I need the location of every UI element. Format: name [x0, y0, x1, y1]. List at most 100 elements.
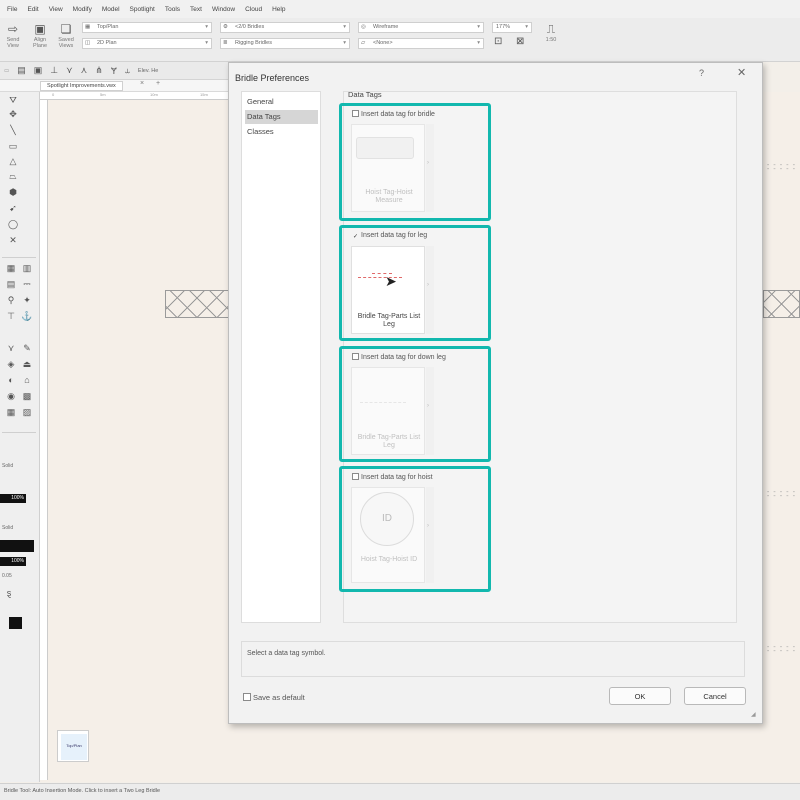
menu-edit[interactable]: Edit: [22, 6, 43, 13]
menu-spotlight[interactable]: Spotlight: [125, 6, 160, 13]
mode-three-leg-icon[interactable]: ⋏: [77, 65, 92, 76]
down-leg-tag-checkbox[interactable]: Insert data tag for down leg: [352, 353, 446, 361]
camera-tool-icon[interactable]: ◉: [4, 390, 18, 402]
cable-tool-icon[interactable]: ⎓: [20, 278, 34, 290]
rigging-tool-icon[interactable]: ⚓: [20, 310, 34, 322]
bridle-tag-symbol[interactable]: Hoist Tag-Hoist Measure: [351, 124, 425, 212]
ok-button[interactable]: OK: [609, 687, 671, 705]
menu-text[interactable]: Text: [185, 6, 207, 13]
nav-item-classes[interactable]: Classes: [245, 125, 318, 139]
bridle-tool-icon[interactable]: ⋎: [4, 342, 18, 354]
dash-style-icon[interactable]: ȿ: [2, 587, 16, 599]
hoist-marker[interactable]: - - - - - - - - - -: [766, 162, 796, 173]
truss-left[interactable]: [165, 290, 229, 318]
view-thumbnail[interactable]: Top/Plan: [57, 730, 89, 762]
mode-square-icon[interactable]: ▣: [30, 65, 47, 76]
menu-tools[interactable]: Tools: [160, 6, 185, 13]
layer-select[interactable]: ≣ Rigging Bridles: [220, 38, 350, 49]
zoom-fit-icon[interactable]: ⊡: [494, 36, 502, 47]
hoist-tool-icon[interactable]: ⚲: [4, 294, 18, 306]
seat-tool-icon[interactable]: ⏏: [20, 358, 34, 370]
saved-views-button[interactable]: ❏ Saved Views: [53, 21, 79, 49]
pen-opacity[interactable]: 100%: [0, 557, 26, 566]
nav-item-data-tags[interactable]: Data Tags: [245, 110, 318, 124]
mode-insert-icon[interactable]: ⥿: [121, 65, 134, 76]
rectangle-tool-icon[interactable]: ▭: [6, 140, 20, 152]
mode-2d-icon[interactable]: ▤: [13, 65, 30, 76]
line-weight-select[interactable]: 0.05: [0, 572, 12, 581]
brush-tool-icon[interactable]: ✎: [20, 342, 34, 354]
pointer-tool-icon[interactable]: ➹: [6, 202, 20, 214]
document-tab[interactable]: Spotlight Improvements.vwx: [40, 81, 123, 91]
leg-tag-symbol[interactable]: ➤ Bridle Tag-Parts List Leg: [351, 246, 425, 334]
line-tool-icon[interactable]: ╲: [6, 124, 20, 136]
new-tab-icon[interactable]: +: [156, 80, 160, 87]
truss-tool-icon[interactable]: ▤: [4, 278, 18, 290]
save-default-checkbox[interactable]: Save as default: [243, 693, 305, 702]
circle-tool-icon[interactable]: ◯: [6, 218, 20, 230]
down-leg-tag-symbol[interactable]: Bridle Tag-Parts List Leg: [351, 367, 425, 455]
hoist-tag-symbol[interactable]: ID Hoist Tag-Hoist ID: [351, 487, 425, 583]
pan-tool-icon[interactable]: ✥: [6, 108, 20, 120]
help-icon[interactable]: ?: [699, 68, 704, 78]
truss-right[interactable]: [763, 290, 800, 318]
resize-grip-icon[interactable]: ◢: [751, 711, 756, 718]
light-tool-icon[interactable]: ✦: [20, 294, 34, 306]
mode-hoist-icon[interactable]: ⊥: [46, 65, 62, 76]
leg-tag-name: Bridle Tag-Parts List Leg: [357, 313, 421, 328]
fill-opacity[interactable]: 100%: [0, 494, 26, 503]
projection-select[interactable]: ▱ <None>: [358, 38, 484, 49]
hoist-tag-scrollbar[interactable]: [426, 487, 434, 583]
color-swatch[interactable]: [9, 617, 22, 629]
screen-tool-icon[interactable]: ▩: [20, 390, 34, 402]
projector-tool-icon[interactable]: ◐: [4, 374, 18, 386]
tiles-tool-icon[interactable]: ▥: [20, 262, 34, 274]
menu-file[interactable]: File: [2, 6, 22, 13]
menu-help[interactable]: Help: [267, 6, 290, 13]
pen-style-select[interactable]: Solid: [0, 524, 13, 533]
triangle-tool-icon[interactable]: △: [6, 155, 20, 167]
down-leg-tag-scrollbar[interactable]: [426, 367, 434, 455]
menu-modify[interactable]: Modify: [68, 6, 97, 13]
cross-tool-icon[interactable]: ✕: [6, 234, 20, 246]
cancel-button[interactable]: Cancel: [684, 687, 746, 705]
leg-tag-scrollbar[interactable]: [426, 246, 434, 334]
class-select[interactable]: ⚙ <2/0 Bridles: [220, 22, 350, 33]
layer-scale-button[interactable]: ⎍ 1:50: [538, 21, 564, 43]
render-mode-select[interactable]: ◎ Wireframe: [358, 22, 484, 33]
house-tool-icon[interactable]: ⌂: [20, 374, 34, 386]
hoist-marker[interactable]: - - - - - - - - - -: [766, 644, 796, 655]
align-plane-button[interactable]: ▣ Align Plane: [27, 21, 53, 49]
plane-select[interactable]: ◫ 2D Plan: [82, 38, 212, 49]
send-view-button[interactable]: ⇨ Send View: [0, 21, 26, 49]
menu-view[interactable]: View: [44, 6, 68, 13]
zoom-selection-icon[interactable]: ⊠: [516, 36, 524, 47]
hoist-tag-name: Hoist Tag-Hoist ID: [360, 556, 418, 563]
menu-window[interactable]: Window: [207, 6, 240, 13]
fill-style-select[interactable]: Solid: [0, 462, 13, 471]
close-icon[interactable]: ✕: [737, 66, 746, 79]
mode-two-leg-icon[interactable]: ⋎: [62, 65, 77, 76]
bridle-tag-checkbox[interactable]: Insert data tag for bridle: [352, 110, 435, 118]
grid-tool-icon[interactable]: ▦: [4, 262, 18, 274]
close-tab-icon[interactable]: ×: [140, 80, 144, 87]
menu-model[interactable]: Model: [97, 6, 125, 13]
nav-item-general[interactable]: General: [245, 95, 318, 109]
pipe-tool-icon[interactable]: ⊤: [4, 310, 18, 322]
select-tool-icon[interactable]: ⛛: [6, 94, 20, 106]
hoist-tag-checkbox[interactable]: Insert data tag for hoist: [352, 473, 433, 481]
polygon-tool-icon[interactable]: ⬢: [6, 186, 20, 198]
leg-tag-checkbox[interactable]: ✓ Insert data tag for leg: [352, 232, 427, 240]
stage-tool-icon[interactable]: ▨: [20, 406, 34, 418]
mode-bridle-icon[interactable]: ⋔: [91, 65, 107, 76]
grid2-tool-icon[interactable]: ▦: [4, 406, 18, 418]
pen-color-swatch[interactable]: [0, 540, 34, 552]
mode-auto-icon[interactable]: Ɏ: [107, 66, 121, 76]
polyline-tool-icon[interactable]: ⏢: [6, 170, 20, 182]
zoom-select[interactable]: 177%: [492, 22, 532, 33]
speaker-tool-icon[interactable]: ◈: [4, 358, 18, 370]
menu-cloud[interactable]: Cloud: [240, 6, 267, 13]
hoist-marker[interactable]: - - - - - - - - - -: [766, 489, 796, 500]
bridle-tag-scrollbar[interactable]: [426, 124, 434, 212]
view-select[interactable]: ▦ Top/Plan: [82, 22, 212, 33]
